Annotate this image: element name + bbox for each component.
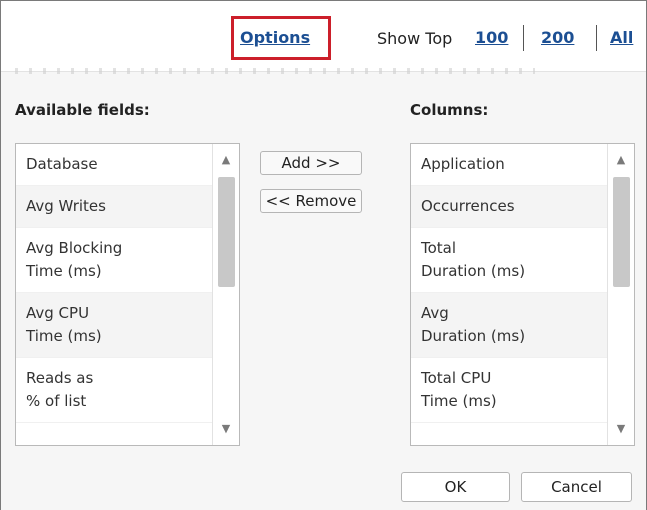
- ok-button[interactable]: OK: [401, 472, 510, 502]
- show-top-label: Show Top: [377, 29, 453, 48]
- columns-heading: Columns:: [410, 101, 489, 119]
- columns-list[interactable]: Application Occurrences Total Duration (…: [410, 143, 635, 446]
- scroll-down-icon[interactable]: ▼: [213, 419, 239, 439]
- scroll-up-icon[interactable]: ▲: [213, 150, 239, 170]
- separator: [596, 25, 597, 51]
- separator: [523, 25, 524, 51]
- column-header-strip: [15, 68, 535, 74]
- show-top-all-link[interactable]: All: [610, 28, 633, 47]
- list-item[interactable]: Avg CPU Time (ms): [16, 293, 213, 358]
- show-top-100-link[interactable]: 100: [475, 28, 508, 47]
- list-item[interactable]: Total CPU Time (ms): [411, 358, 608, 423]
- available-fields-heading: Available fields:: [15, 101, 150, 119]
- scroll-up-icon[interactable]: ▲: [608, 150, 634, 170]
- list-item[interactable]: Reads as % of list: [16, 358, 213, 423]
- scroll-down-icon[interactable]: ▼: [608, 419, 634, 439]
- available-fields-list[interactable]: Database Avg Writes Avg Blocking Time (m…: [15, 143, 240, 446]
- list-item[interactable]: Total Duration (ms): [411, 228, 608, 293]
- cancel-button[interactable]: Cancel: [521, 472, 632, 502]
- scrollbar-thumb[interactable]: [218, 177, 235, 287]
- list-item[interactable]: Application: [411, 144, 608, 186]
- options-link[interactable]: Options: [240, 28, 310, 47]
- list-item[interactable]: Avg Blocking Time (ms): [16, 228, 213, 293]
- options-dialog: Options Show Top 100 200 All Available f…: [0, 0, 647, 510]
- available-fields-items: Database Avg Writes Avg Blocking Time (m…: [16, 144, 213, 423]
- available-fields-scrollbar[interactable]: ▲ ▼: [212, 144, 239, 445]
- list-item[interactable]: Database: [16, 144, 213, 186]
- remove-button[interactable]: << Remove: [260, 189, 362, 213]
- columns-scrollbar[interactable]: ▲ ▼: [607, 144, 634, 445]
- list-item[interactable]: Avg Writes: [16, 186, 213, 228]
- columns-items: Application Occurrences Total Duration (…: [411, 144, 608, 423]
- scrollbar-thumb[interactable]: [613, 177, 630, 287]
- add-button[interactable]: Add >>: [260, 151, 362, 175]
- show-top-200-link[interactable]: 200: [541, 28, 574, 47]
- list-item[interactable]: Occurrences: [411, 186, 608, 228]
- list-item[interactable]: Avg Duration (ms): [411, 293, 608, 358]
